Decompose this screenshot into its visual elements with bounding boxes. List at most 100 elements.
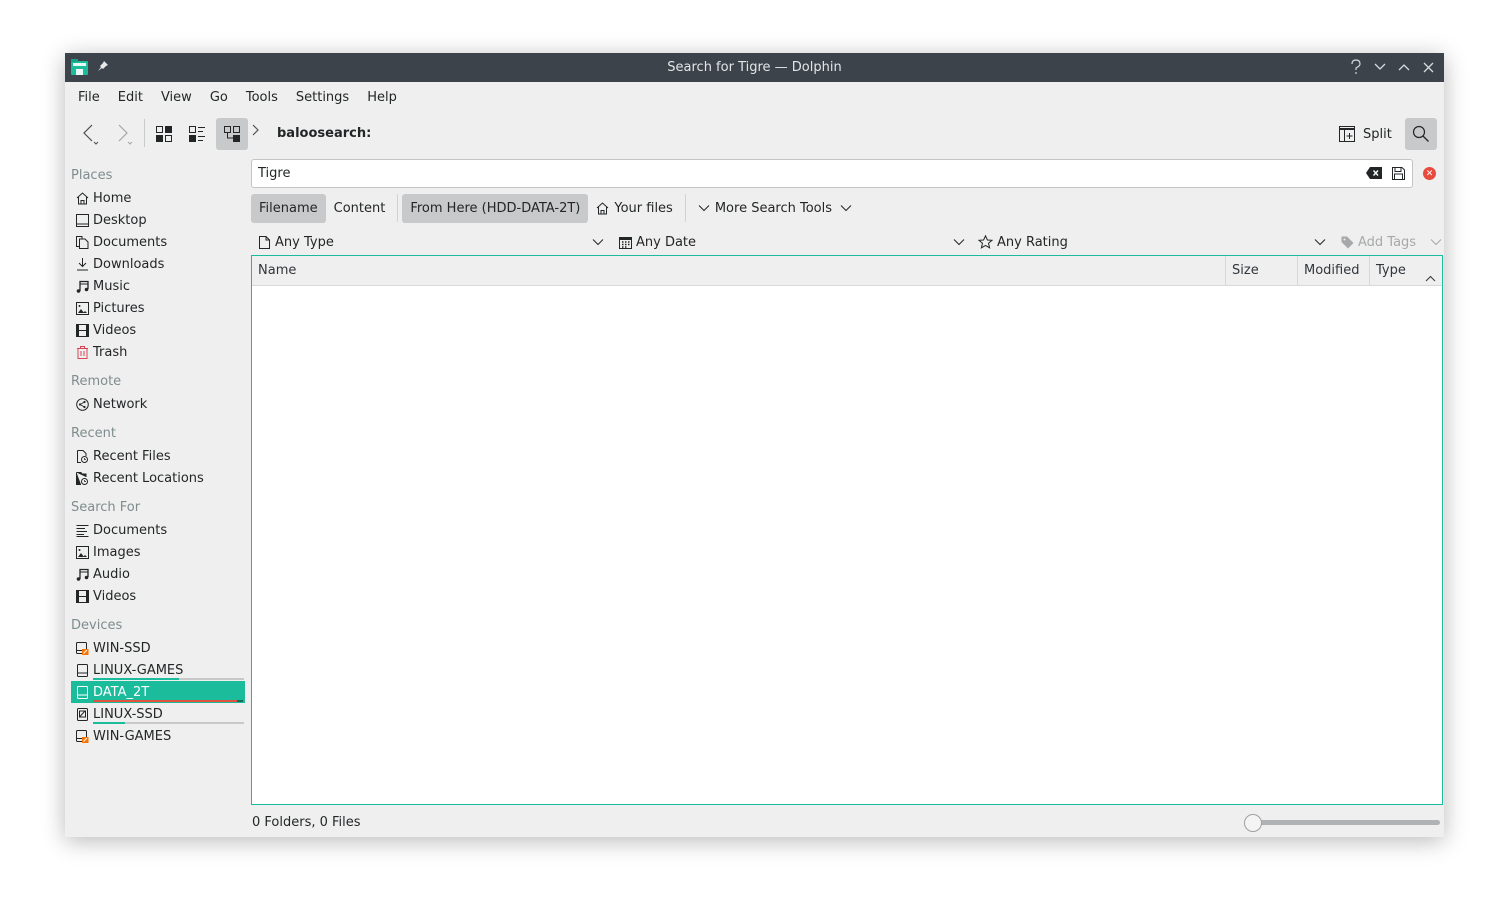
close-button[interactable]	[1418, 57, 1438, 77]
menu-file[interactable]: File	[69, 90, 109, 105]
sidebar-item-network[interactable]: Network	[65, 393, 247, 415]
save-icon[interactable]	[1392, 167, 1405, 184]
sidebar-item-label: Recent Locations	[93, 470, 204, 486]
menu-go[interactable]: Go	[201, 90, 237, 105]
documents-icon	[75, 235, 89, 249]
zoom-slider[interactable]	[1244, 814, 1440, 832]
desktop-icon	[75, 213, 89, 227]
music-icon	[75, 279, 89, 293]
downloads-icon	[75, 257, 89, 271]
search-input[interactable]	[258, 166, 1348, 181]
menu-help[interactable]: Help	[358, 90, 406, 105]
zoom-slider-track[interactable]	[1252, 820, 1440, 825]
rating-facet-dropdown[interactable]: Any Rating	[978, 229, 1326, 255]
capacity-bar-fill	[93, 722, 125, 724]
sidebar-item-search-videos[interactable]: Videos	[65, 585, 247, 607]
breadcrumb-location[interactable]: baloosearch:	[277, 126, 371, 141]
menu-view[interactable]: View	[152, 90, 201, 105]
sidebar-item-videos[interactable]: Videos	[65, 319, 247, 341]
tags-facet-dropdown[interactable]: Add Tags	[1341, 229, 1444, 255]
sidebar-item-trash[interactable]: Trash	[65, 341, 247, 363]
sidebar-item-recent-files[interactable]: Recent Files	[65, 445, 247, 467]
audio-icon	[75, 567, 89, 581]
from-here-button[interactable]: From Here (HDD-DATA-2T)	[402, 193, 589, 223]
sidebar-item-win-games[interactable]: WIN-GAMES	[65, 725, 247, 747]
videos-icon	[75, 589, 89, 603]
icons-view-icon	[156, 126, 172, 142]
sidebar-item-linux-games[interactable]: LINUX-GAMES	[65, 659, 247, 681]
menu-edit[interactable]: Edit	[109, 90, 152, 105]
chevron-down-icon	[1314, 235, 1326, 250]
chevron-down-icon	[1430, 235, 1442, 250]
zoom-slider-handle[interactable]	[1244, 814, 1262, 832]
recent-heading: Recent	[71, 426, 116, 441]
your-files-button[interactable]: Your files	[588, 194, 680, 223]
recent-files-icon	[75, 449, 89, 463]
sidebar-item-search-audio[interactable]: Audio	[65, 563, 247, 585]
sidebar-item-label: Recent Files	[93, 448, 171, 464]
sidebar-item-label: LINUX-GAMES	[93, 662, 184, 678]
date-facet-label: Any Date	[636, 234, 697, 250]
file-view[interactable]: Name Size Modified Type	[251, 255, 1443, 805]
forward-icon	[118, 124, 133, 145]
capacity-bar	[93, 722, 244, 724]
sidebar-item-label: WIN-SSD	[93, 640, 151, 656]
toolbar-separator	[144, 119, 145, 147]
home-icon	[75, 191, 89, 205]
sidebar-item-linux-ssd[interactable]: LINUX-SSD	[65, 703, 247, 725]
column-size[interactable]: Size	[1226, 256, 1298, 285]
sidebar-item-win-ssd[interactable]: WIN-SSD	[65, 637, 247, 659]
sort-ascending-icon	[1425, 264, 1436, 293]
tags-facet-label: Add Tags	[1358, 234, 1417, 250]
tag-icon	[1341, 236, 1354, 249]
videos-icon	[75, 323, 89, 337]
search-icon	[1412, 125, 1429, 142]
column-type[interactable]: Type	[1370, 256, 1442, 285]
column-modified[interactable]: Modified	[1298, 256, 1370, 285]
clear-icon[interactable]	[1366, 167, 1382, 183]
minimize-button[interactable]	[1370, 57, 1390, 77]
places-group: Places Home Desktop Documents Downloads …	[65, 165, 247, 363]
images-icon	[75, 545, 89, 559]
compact-view-button[interactable]	[181, 118, 213, 150]
back-button[interactable]	[75, 118, 107, 150]
breadcrumb-separator-icon[interactable]	[252, 124, 260, 140]
sidebar-item-search-documents[interactable]: Documents	[65, 519, 247, 541]
icons-view-button[interactable]	[148, 118, 180, 150]
network-icon	[75, 397, 89, 411]
sidebar-item-pictures[interactable]: Pictures	[65, 297, 247, 319]
sidebar-item-recent-locations[interactable]: Recent Locations	[65, 467, 247, 489]
sidebar-item-music[interactable]: Music	[65, 275, 247, 297]
content-filter-button[interactable]: Content	[326, 194, 394, 223]
home-icon	[596, 201, 609, 215]
help-button[interactable]	[1346, 57, 1366, 77]
sidebar-item-home[interactable]: Home	[65, 187, 247, 209]
sidebar-item-label: Home	[93, 190, 132, 206]
sidebar-item-downloads[interactable]: Downloads	[65, 253, 247, 275]
title-bar: Search for Tigre — Dolphin	[65, 53, 1444, 82]
more-search-tools-button[interactable]: More Search Tools	[690, 194, 865, 223]
sidebar-item-documents[interactable]: Documents	[65, 231, 247, 253]
sidebar-item-label: DATA_2T	[93, 684, 150, 700]
menu-settings[interactable]: Settings	[287, 90, 358, 105]
sidebar-item-search-images[interactable]: Images	[65, 541, 247, 563]
rating-facet-label: Any Rating	[997, 234, 1068, 250]
menu-bar: File Edit View Go Tools Settings Help	[65, 82, 1444, 112]
details-view-button[interactable]	[216, 118, 248, 150]
maximize-button[interactable]	[1394, 57, 1414, 77]
type-facet-dropdown[interactable]: Any Type	[259, 229, 604, 255]
menu-tools[interactable]: Tools	[237, 90, 287, 105]
sidebar-item-label: WIN-GAMES	[93, 728, 172, 744]
split-button[interactable]: Split	[1339, 121, 1392, 147]
search-toggle-button[interactable]	[1405, 118, 1437, 150]
sidebar-item-desktop[interactable]: Desktop	[65, 209, 247, 231]
pictures-icon	[75, 301, 89, 315]
forward-button[interactable]	[108, 118, 140, 150]
sidebar-item-data-2t[interactable]: DATA_2T	[71, 681, 245, 703]
filename-filter-button[interactable]: Filename	[251, 193, 326, 223]
back-icon	[83, 124, 99, 145]
column-name[interactable]: Name	[252, 256, 1226, 285]
close-search-icon[interactable]: ✕	[1423, 167, 1436, 180]
date-facet-dropdown[interactable]: Any Date	[619, 229, 965, 255]
sidebar-item-label: Documents	[93, 522, 168, 538]
